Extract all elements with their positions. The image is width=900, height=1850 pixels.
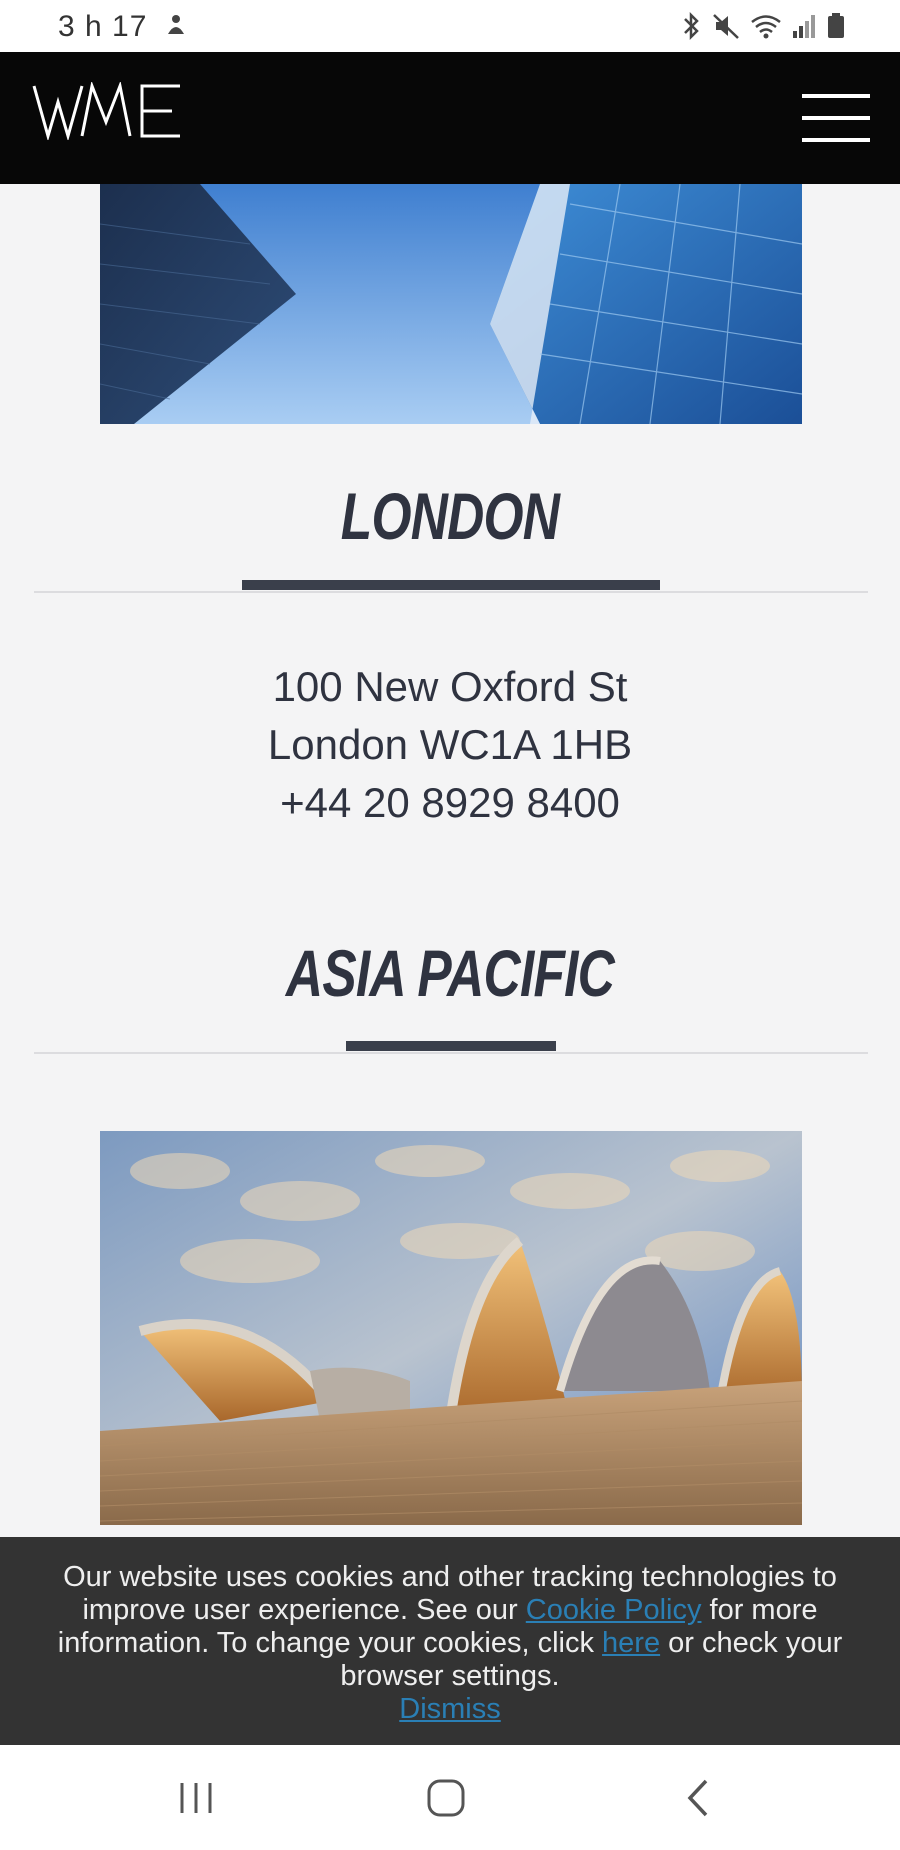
status-time: 3 h 17 — [58, 10, 148, 43]
asia-pacific-title-underline — [346, 1041, 556, 1051]
sydney-opera-house-image — [100, 1131, 802, 1525]
asia-pacific-divider — [34, 1052, 868, 1054]
mute-icon — [713, 14, 739, 39]
phone-number[interactable]: +44 20 8929 8400 — [0, 774, 900, 832]
address-line-1: 100 New Oxford St — [272, 663, 628, 710]
bluetooth-icon — [684, 11, 699, 41]
notification-icon — [168, 15, 184, 34]
london-title-underline — [242, 580, 660, 590]
back-icon[interactable] — [668, 1773, 728, 1823]
home-icon[interactable] — [416, 1773, 476, 1823]
hamburger-menu-icon[interactable] — [802, 94, 870, 142]
london-buildings-image — [100, 184, 802, 424]
address-line-2: London WC1A 1HB — [267, 721, 633, 768]
status-icons — [679, 10, 845, 42]
london-title: LONDON — [340, 479, 560, 553]
asia-pacific-title: ASIA PACIFIC — [285, 936, 615, 1010]
here-link[interactable]: here — [602, 1627, 660, 1659]
signal-icon — [793, 15, 815, 38]
site-header — [0, 52, 900, 184]
status-bar: 3 h 17 — [0, 0, 900, 52]
system-nav-bar — [0, 1745, 900, 1850]
battery-icon — [828, 13, 844, 38]
wme-logo[interactable] — [32, 82, 188, 140]
cookie-banner: Our website uses cookies and other track… — [0, 1537, 900, 1745]
cookie-policy-link[interactable]: Cookie Policy — [526, 1594, 702, 1626]
london-address: 100 New Oxford St London WC1A 1HB +44 20… — [0, 658, 900, 832]
dismiss-link[interactable]: Dismiss — [399, 1693, 501, 1726]
london-divider — [34, 591, 868, 593]
wifi-icon — [751, 15, 781, 39]
recent-apps-icon[interactable] — [166, 1773, 226, 1823]
